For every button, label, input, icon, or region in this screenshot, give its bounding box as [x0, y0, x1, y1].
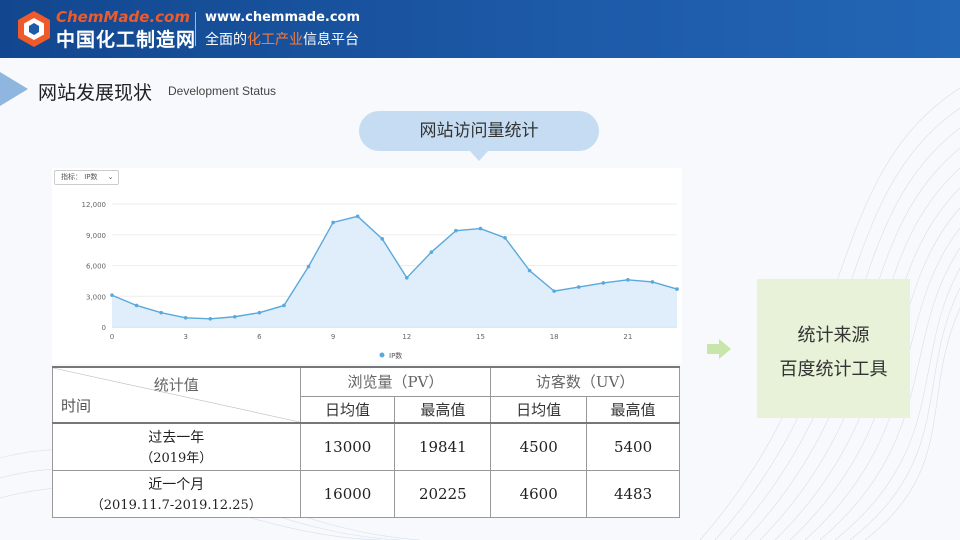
- source-tool: 百度统计工具: [779, 359, 888, 380]
- x-tick-label: 0: [110, 333, 114, 341]
- pv-avg-value: 16000: [299, 469, 396, 518]
- x-tick-label: 6: [257, 333, 262, 341]
- pv-max-header: 最高值: [394, 395, 492, 424]
- period-range: （2019年）: [140, 451, 213, 467]
- period-cell: 过去一年 （2019年）: [52, 422, 301, 471]
- x-tick-label: 12: [402, 333, 411, 341]
- table-corner-cell: 统计值 时间: [52, 366, 301, 424]
- x-tick-label: 18: [550, 333, 559, 341]
- slogan-pre: 全面的: [205, 32, 247, 48]
- corner-top-label: 统计值: [153, 376, 199, 394]
- traffic-chart-panel: 0 3,000 6,000 9,000 12,000 0 3 6 9 12 15 18 21 IP数 指标…: [52, 168, 682, 364]
- y-tick-label: 12,000: [82, 201, 107, 209]
- y-tick-label: 0: [102, 324, 106, 332]
- hexagon-logo-icon: [18, 11, 50, 47]
- data-point: [183, 315, 188, 320]
- data-point: [650, 280, 655, 284]
- y-tick-label: 9,000: [86, 232, 106, 240]
- data-point: [257, 310, 262, 315]
- data-point: [306, 264, 311, 269]
- section-title: 网站发展现状: [38, 82, 153, 104]
- pv-avg-value: 13000: [299, 422, 396, 471]
- chevron-down-icon: ⌄: [107, 173, 114, 181]
- x-tick-label: 9: [331, 333, 335, 341]
- header-divider: [195, 12, 196, 46]
- stats-source-box: 统计来源 百度统计工具: [757, 279, 910, 418]
- section-subtitle: Development Status: [168, 84, 277, 98]
- slogan-post: 信息平台: [303, 32, 359, 48]
- data-point: [380, 237, 385, 241]
- data-point: [675, 287, 679, 291]
- data-point: [601, 281, 606, 285]
- period-label: 近一个月: [148, 477, 205, 493]
- pv-avg-header: 日均值: [299, 395, 396, 424]
- uv-max-value: 5400: [586, 422, 680, 471]
- data-point: [429, 250, 434, 254]
- data-point: [208, 317, 213, 321]
- data-point: [478, 226, 483, 231]
- data-point: [576, 285, 581, 289]
- stats-table: 统计值 时间 浏览量（PV） 访客数（UV） 日均值 最高值 日均值 最高值 过…: [52, 366, 680, 518]
- series-area: [112, 216, 677, 327]
- table-header-row: 统计值 时间 浏览量（PV） 访客数（UV）: [52, 366, 680, 424]
- period-range: （2019.11.7-2019.12.25）: [90, 498, 262, 513]
- title-arrow-marker: [0, 72, 28, 106]
- site-url[interactable]: www.chemmade.com: [205, 10, 360, 25]
- metric-select-dropdown[interactable]: 指标： IP数 ⌄: [54, 170, 119, 185]
- y-tick-label: 6,000: [86, 263, 106, 271]
- data-point: [159, 310, 163, 315]
- legend-marker: [379, 352, 385, 358]
- uv-max-header: 最高值: [586, 395, 680, 424]
- x-tick-label: 15: [476, 333, 485, 341]
- uv-header: 访客数（UV）: [490, 366, 680, 397]
- data-point: [110, 293, 114, 298]
- data-point: [454, 228, 458, 233]
- slogan-highlight: 化工产业: [247, 32, 303, 48]
- source-label: 统计来源: [797, 325, 870, 346]
- uv-avg-value: 4600: [490, 469, 588, 518]
- data-point: [233, 314, 237, 319]
- table-row: 过去一年 （2019年） 13000 19841 4500 5400: [52, 422, 680, 471]
- data-point: [527, 268, 532, 273]
- y-tick-label: 3,000: [86, 293, 106, 301]
- traffic-area-chart: 0 3,000 6,000 9,000 12,000 0 3 6 9 12 15 18 21 IP数: [82, 201, 679, 360]
- arrow-right-icon: [707, 339, 731, 359]
- uv-max-value: 4483: [586, 469, 680, 518]
- header-banner: ChemMade.com 中国化工制造网 www.chemmade.com 全面…: [0, 0, 960, 58]
- data-point: [626, 278, 630, 282]
- pv-header: 浏览量（PV）: [299, 366, 492, 397]
- data-point: [503, 236, 507, 240]
- uv-avg-value: 4500: [490, 422, 588, 471]
- period-label: 过去一年: [148, 430, 205, 447]
- period-cell: 近一个月 （2019.11.7-2019.12.25）: [52, 469, 301, 518]
- table-row: 近一个月 （2019.11.7-2019.12.25） 16000 20225 …: [52, 469, 680, 518]
- pv-max-value: 19841: [394, 422, 492, 471]
- x-tick-label: 21: [623, 333, 632, 341]
- data-point: [282, 303, 286, 308]
- data-point: [552, 289, 556, 293]
- pv-max-value: 20225: [394, 469, 492, 518]
- metric-select-label: 指标： IP数: [61, 173, 98, 181]
- legend-label: IP数: [389, 351, 402, 360]
- bubble-tail: [470, 151, 488, 161]
- data-point: [355, 214, 360, 219]
- uv-avg-header: 日均值: [490, 395, 588, 424]
- logo-chinese-text: 中国化工制造网: [56, 29, 197, 51]
- data-point: [331, 220, 335, 225]
- corner-bottom-label: 时间: [61, 397, 92, 415]
- logo-english-text: ChemMade.com: [56, 8, 190, 26]
- data-point: [404, 276, 409, 280]
- x-tick-label: 3: [183, 333, 187, 341]
- data-point: [134, 303, 139, 308]
- site-slogan: 全面的化工产业信息平台: [205, 29, 359, 49]
- stats-bubble-label: 网站访问量统计: [359, 111, 599, 151]
